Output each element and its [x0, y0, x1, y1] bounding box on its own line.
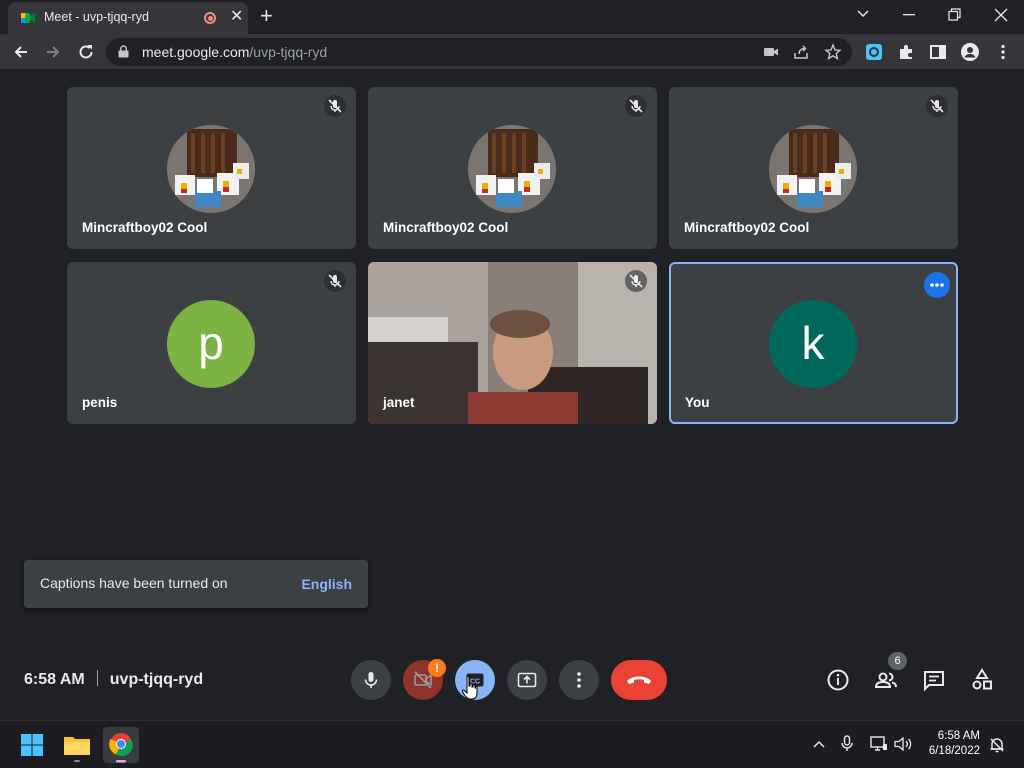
participant-name: Mincraftboy02 Cool	[684, 220, 810, 235]
meeting-info: 6:58 AM uvp-tjqq-ryd	[24, 670, 203, 690]
participant-name: janet	[383, 395, 415, 410]
divider	[96, 670, 98, 686]
network-icon[interactable]	[870, 736, 888, 752]
tab-search-chevron-icon[interactable]	[856, 9, 870, 19]
notifications-bell-icon[interactable]	[988, 736, 1006, 754]
recording-indicator-icon	[204, 12, 216, 24]
camera-in-use-icon[interactable]	[762, 43, 780, 61]
microphone-icon	[364, 672, 378, 688]
windows-start-icon[interactable]	[14, 727, 50, 763]
letter-avatar: k	[769, 300, 857, 388]
url-host: meet.google.com	[142, 44, 250, 60]
share-icon[interactable]	[792, 43, 810, 61]
participant-tile[interactable]: Mincraftboy02 Cool	[67, 87, 356, 249]
participant-name: You	[685, 395, 710, 410]
present-screen-icon	[517, 672, 537, 688]
muted-mic-icon	[324, 95, 346, 117]
side-panel-icon[interactable]	[928, 42, 948, 62]
kebab-menu-icon[interactable]	[993, 42, 1013, 62]
restore-icon[interactable]	[948, 8, 962, 22]
muted-mic-icon	[324, 270, 346, 292]
chat-icon[interactable]	[922, 668, 946, 692]
microphone-in-use-icon[interactable]	[840, 735, 854, 753]
browser-tab-strip: Meet - uvp-tjqq-ryd ✕ +	[0, 0, 1024, 34]
letter-avatar: p	[167, 300, 255, 388]
present-screen-button[interactable]	[507, 660, 547, 700]
muted-mic-icon	[625, 270, 647, 292]
window-close-icon[interactable]	[994, 8, 1008, 22]
file-explorer-icon[interactable]	[59, 727, 95, 763]
mouse-cursor-hand-icon	[462, 676, 478, 700]
clock-date: 6/18/2022	[928, 745, 980, 757]
extension-app-icon[interactable]	[864, 42, 884, 62]
more-options-button[interactable]	[559, 660, 599, 700]
leave-call-button[interactable]	[611, 660, 667, 700]
browser-tab[interactable]: Meet - uvp-tjqq-ryd ✕	[8, 2, 248, 34]
caption-language-button[interactable]: English	[301, 576, 352, 592]
hang-up-phone-icon	[627, 676, 651, 684]
lock-icon[interactable]	[118, 45, 129, 58]
url-path: /uvp-tjqq-ryd	[249, 44, 328, 60]
meeting-details-info-icon[interactable]	[826, 668, 850, 692]
google-meet-favicon-icon	[21, 13, 35, 23]
tab-title: Meet - uvp-tjqq-ryd	[44, 10, 149, 24]
profile-avatar-icon[interactable]	[960, 42, 980, 62]
microphone-button[interactable]	[351, 660, 391, 700]
participant-tile[interactable]: p penis	[67, 262, 356, 424]
meeting-code: uvp-tjqq-ryd	[109, 671, 204, 688]
people-count-badge: 6	[888, 652, 907, 670]
url-text: meet.google.com/uvp-tjqq-ryd	[142, 44, 327, 60]
new-tab-button[interactable]: +	[260, 3, 273, 29]
show-hidden-icons-chevron-icon[interactable]	[812, 737, 826, 751]
participant-name: penis	[82, 395, 118, 410]
vertical-dots-icon	[577, 672, 581, 688]
minecraft-chickens-avatar-image	[167, 125, 255, 213]
bookmark-star-icon[interactable]	[824, 43, 842, 61]
windows-taskbar	[0, 720, 1024, 768]
self-participant-tile[interactable]: k You	[669, 262, 958, 424]
people-icon[interactable]	[874, 668, 898, 692]
browser-toolbar: meet.google.com/uvp-tjqq-ryd	[0, 34, 1024, 70]
camera-warning-badge[interactable]: !	[428, 659, 446, 677]
participant-name: Mincraftboy02 Cool	[383, 220, 509, 235]
back-arrow-icon[interactable]	[10, 41, 32, 63]
tile-more-options-icon[interactable]	[924, 272, 950, 298]
address-bar[interactable]: meet.google.com/uvp-tjqq-ryd	[106, 38, 852, 66]
chrome-icon	[109, 733, 133, 763]
extensions-puzzle-icon[interactable]	[896, 42, 916, 62]
minecraft-chickens-avatar-image	[468, 125, 556, 213]
minecraft-chickens-avatar-image	[769, 125, 857, 213]
participant-name: Mincraftboy02 Cool	[82, 220, 208, 235]
chrome-taskbar-button[interactable]	[103, 727, 139, 763]
minimize-icon[interactable]	[903, 14, 917, 16]
forward-arrow-icon[interactable]	[42, 41, 64, 63]
volume-icon[interactable]	[893, 736, 913, 752]
activities-shapes-icon[interactable]	[970, 668, 994, 692]
tab-close-button[interactable]: ✕	[230, 8, 243, 26]
participant-tile[interactable]: Mincraftboy02 Cool	[368, 87, 657, 249]
participant-tile[interactable]: Mincraftboy02 Cool	[669, 87, 958, 249]
taskbar-clock[interactable]: 6:58 AM 6/18/2022	[914, 729, 980, 759]
muted-mic-icon	[926, 95, 948, 117]
toast-message: Captions have been turned on	[40, 575, 228, 591]
reload-icon[interactable]	[75, 41, 97, 63]
meeting-time: 6:58 AM	[24, 671, 85, 688]
muted-mic-icon	[625, 95, 647, 117]
captions-toast: Captions have been turned on English	[24, 560, 368, 608]
participant-tile[interactable]: janet	[368, 262, 657, 424]
clock-time: 6:58 AM	[937, 730, 980, 742]
